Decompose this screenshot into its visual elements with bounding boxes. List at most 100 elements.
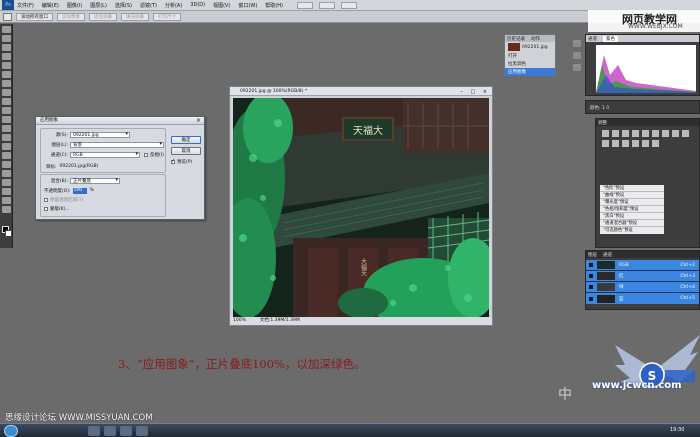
channel-row[interactable]: 蓝 Ctrl+5 bbox=[586, 293, 699, 304]
preset-item[interactable]: "通道混合器"预设 bbox=[600, 220, 664, 227]
fill-screen-button[interactable]: 填充屏幕 bbox=[121, 12, 149, 21]
tab-channels[interactable]: 通道 bbox=[588, 36, 597, 42]
history-item[interactable]: 拉黑调色 bbox=[505, 60, 555, 68]
source-select[interactable]: 092201.jpg bbox=[70, 131, 130, 138]
menu-analysis[interactable]: 分析(A) bbox=[165, 2, 182, 9]
taskbar-app-icon[interactable] bbox=[120, 426, 132, 436]
dodge-tool-icon[interactable] bbox=[2, 143, 11, 150]
document-canvas[interactable]: 天福大 大福天 bbox=[233, 98, 489, 318]
taskbar-clock[interactable]: 19:30 bbox=[670, 427, 684, 433]
stamp-tool-icon[interactable] bbox=[2, 98, 11, 105]
menu-file[interactable]: 文件(F) bbox=[17, 2, 34, 9]
opacity-input[interactable]: 100 bbox=[72, 187, 87, 194]
type-tool-icon[interactable] bbox=[2, 161, 11, 168]
background-color-swatch[interactable] bbox=[5, 230, 12, 237]
path-select-tool-icon[interactable] bbox=[2, 170, 11, 177]
swatches-dock-icon[interactable] bbox=[573, 64, 581, 71]
zoom-tool-icon[interactable] bbox=[2, 206, 11, 213]
blur-tool-icon[interactable] bbox=[2, 134, 11, 141]
gradient-map-icon[interactable] bbox=[642, 140, 649, 147]
taskbar-app-icon[interactable] bbox=[136, 426, 148, 436]
menu-help[interactable]: 帮助(H) bbox=[265, 2, 283, 9]
hand-tool-icon[interactable] bbox=[2, 197, 11, 204]
selective-color-icon[interactable] bbox=[652, 140, 659, 147]
hue-saturation-icon[interactable] bbox=[652, 130, 659, 137]
preserve-transparency-checkbox[interactable] bbox=[44, 197, 48, 202]
eye-icon[interactable] bbox=[589, 285, 593, 289]
curves-icon[interactable] bbox=[622, 130, 629, 137]
eye-icon[interactable] bbox=[589, 274, 593, 278]
preset-item[interactable]: "曝光度"预设 bbox=[600, 199, 664, 206]
threshold-icon[interactable] bbox=[632, 140, 639, 147]
history-item[interactable]: 打开 bbox=[505, 52, 555, 60]
lasso-tool-icon[interactable] bbox=[2, 44, 11, 51]
menu-select[interactable]: 选择(S) bbox=[115, 2, 132, 9]
history-item-active[interactable]: 应用图像 bbox=[505, 68, 555, 76]
channel-select[interactable]: RGB bbox=[70, 151, 140, 158]
levels-icon[interactable] bbox=[612, 130, 619, 137]
print-size-button[interactable]: 打印尺寸 bbox=[153, 12, 181, 21]
invert-checkbox[interactable] bbox=[144, 152, 148, 157]
menu-view[interactable]: 视图(V) bbox=[213, 2, 230, 9]
invert-icon[interactable] bbox=[612, 140, 619, 147]
actions-dock-icon[interactable] bbox=[573, 52, 581, 59]
bridge-button[interactable] bbox=[296, 1, 313, 9]
exposure-icon[interactable] bbox=[632, 130, 639, 137]
minibridge-button[interactable] bbox=[318, 1, 335, 9]
move-tool-icon[interactable] bbox=[2, 26, 11, 33]
menu-edit[interactable]: 编辑(E) bbox=[42, 2, 59, 9]
eye-icon[interactable] bbox=[589, 296, 593, 301]
channel-select[interactable]: 紫色 bbox=[603, 35, 618, 42]
vibrance-icon[interactable] bbox=[642, 130, 649, 137]
layer-select[interactable]: 背景 bbox=[70, 141, 164, 148]
channel-row[interactable]: 绿 Ctrl+4 bbox=[586, 282, 699, 293]
posterize-icon[interactable] bbox=[622, 140, 629, 147]
preset-item[interactable]: "色阶"预设 bbox=[600, 185, 664, 192]
history-snapshot[interactable]: 092201.jpg bbox=[505, 42, 555, 52]
crop-tool-icon[interactable] bbox=[2, 62, 11, 69]
zoom-level-control[interactable] bbox=[340, 1, 357, 9]
tab-channels[interactable]: 通道 bbox=[603, 252, 612, 258]
history-brush-tool-icon[interactable] bbox=[2, 107, 11, 114]
eye-icon[interactable] bbox=[589, 263, 593, 267]
photo-filter-icon[interactable] bbox=[682, 130, 689, 137]
mask-checkbox[interactable] bbox=[44, 206, 48, 211]
menu-3d[interactable]: 3D(D) bbox=[190, 2, 205, 8]
blend-mode-select[interactable]: 正片叠底 bbox=[70, 177, 120, 184]
menu-filter[interactable]: 滤镜(T) bbox=[140, 2, 157, 9]
tab-layers[interactable]: 图层 bbox=[588, 252, 597, 258]
channel-row[interactable]: RGB Ctrl+2 bbox=[586, 260, 699, 271]
magic-wand-tool-icon[interactable] bbox=[2, 53, 11, 60]
preset-item[interactable]: "可选颜色"预设 bbox=[600, 227, 664, 234]
eyedropper-tool-icon[interactable] bbox=[2, 71, 11, 78]
taskbar-app-icon[interactable] bbox=[88, 426, 100, 436]
dialog-title-bar[interactable]: 应用图象 × bbox=[36, 117, 204, 125]
preview-checkbox[interactable] bbox=[171, 158, 175, 164]
menu-window[interactable]: 窗口(W) bbox=[238, 2, 257, 9]
gradient-tool-icon[interactable] bbox=[2, 125, 11, 132]
ok-button[interactable]: 确定 bbox=[171, 136, 201, 144]
menu-image[interactable]: 图像(I) bbox=[67, 2, 82, 9]
preset-item[interactable]: "黑白"预设 bbox=[600, 213, 664, 220]
close-icon[interactable]: × bbox=[196, 117, 201, 125]
window-controls[interactable]: – □ × bbox=[460, 88, 490, 97]
preset-item[interactable]: "色相/饱和度"预设 bbox=[600, 206, 664, 213]
marquee-tool-icon[interactable] bbox=[2, 35, 11, 42]
eraser-tool-icon[interactable] bbox=[2, 116, 11, 123]
brush-tool-icon[interactable] bbox=[2, 89, 11, 96]
tab-history[interactable]: 历史记录 bbox=[507, 36, 525, 42]
channel-mixer-icon[interactable] bbox=[602, 140, 609, 147]
pen-tool-icon[interactable] bbox=[2, 152, 11, 159]
healing-tool-icon[interactable] bbox=[2, 80, 11, 87]
start-button[interactable] bbox=[4, 425, 18, 437]
cancel-button[interactable]: 取消 bbox=[171, 147, 201, 155]
taskbar-app-icon[interactable] bbox=[104, 426, 116, 436]
shape-tool-icon[interactable] bbox=[2, 179, 11, 186]
tab-actions[interactable]: 动作 bbox=[531, 36, 540, 42]
channel-row[interactable]: 红 Ctrl+3 bbox=[586, 271, 699, 282]
actual-pixels-button[interactable]: 实际像素 bbox=[57, 12, 85, 21]
color-balance-icon[interactable] bbox=[662, 130, 669, 137]
menu-layer[interactable]: 图层(L) bbox=[90, 2, 107, 9]
history-dock-icon[interactable] bbox=[573, 40, 581, 47]
3d-tool-icon[interactable] bbox=[2, 188, 11, 195]
